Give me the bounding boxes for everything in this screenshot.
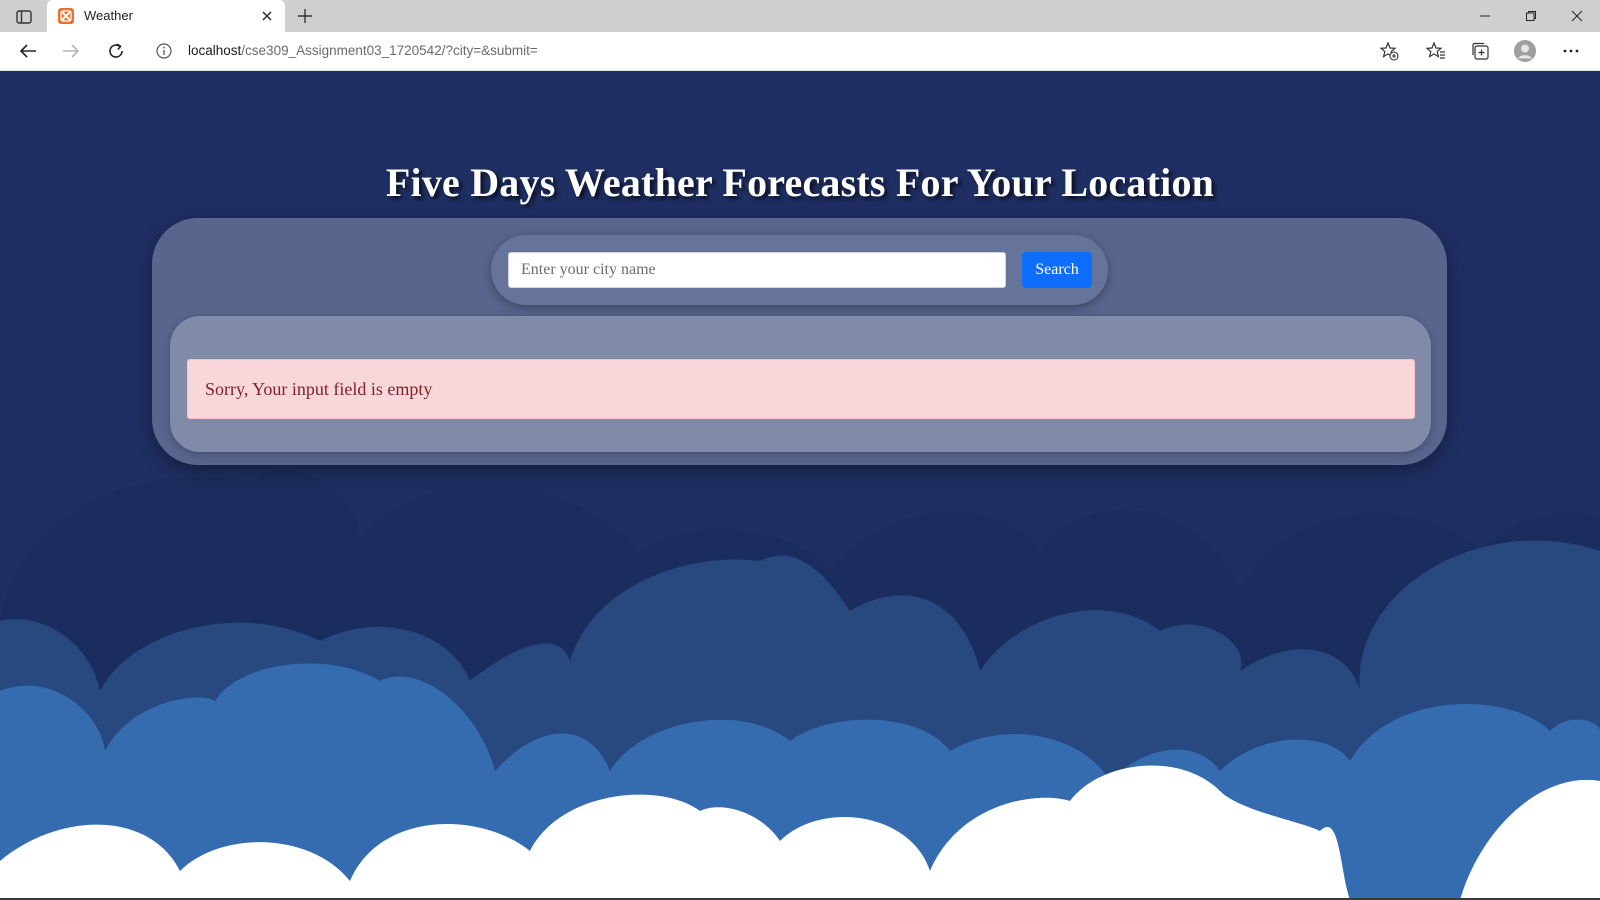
city-search-input[interactable]: [508, 252, 1006, 288]
plus-icon[interactable]: [293, 4, 317, 28]
avatar-icon[interactable]: [1512, 38, 1538, 64]
url-host: localhost: [188, 43, 242, 58]
tab-title: Weather: [84, 8, 133, 23]
close-window-icon[interactable]: [1554, 0, 1600, 32]
page-title: Five Days Weather Forecasts For Your Loc…: [385, 160, 1215, 205]
browser-tab[interactable]: Weather: [47, 0, 285, 32]
url-text[interactable]: localhost/cse309_Assignment03_1720542/?c…: [188, 43, 538, 58]
navigation-toolbar: localhost/cse309_Assignment03_1720542/?c…: [0, 32, 1600, 71]
more-icon[interactable]: [1558, 38, 1584, 64]
forward-arrow-icon[interactable]: [56, 36, 86, 66]
url-path: /cse309_Assignment03_1720542/?city=&subm…: [241, 43, 538, 58]
xampp-favicon: [58, 8, 74, 24]
restore-icon[interactable]: [1508, 0, 1554, 32]
tab-actions-icon[interactable]: [10, 6, 38, 28]
browser-chrome: Weather localhost/cse309_Assignment03_17…: [0, 0, 1600, 71]
refresh-icon[interactable]: [101, 36, 131, 66]
star-plus-icon[interactable]: [1379, 41, 1399, 61]
search-form: Search: [491, 235, 1108, 305]
weather-page: Five Days Weather Forecasts For Your Loc…: [0, 71, 1600, 900]
favorites-icon[interactable]: [1423, 38, 1449, 64]
info-icon[interactable]: [156, 43, 172, 59]
error-alert: Sorry, Your input field is empty: [187, 359, 1415, 419]
close-icon[interactable]: [257, 6, 277, 26]
weather-card: Search Sorry, Your input field is empty: [152, 218, 1447, 465]
tab-strip: Weather: [0, 0, 1600, 32]
search-button[interactable]: Search: [1022, 252, 1092, 288]
collections-icon[interactable]: [1467, 38, 1493, 64]
minimize-icon[interactable]: [1462, 0, 1508, 32]
back-arrow-icon[interactable]: [13, 36, 43, 66]
address-bar[interactable]: localhost/cse309_Assignment03_1720542/?c…: [143, 35, 1409, 67]
forecast-result-panel: Sorry, Your input field is empty: [170, 316, 1431, 452]
